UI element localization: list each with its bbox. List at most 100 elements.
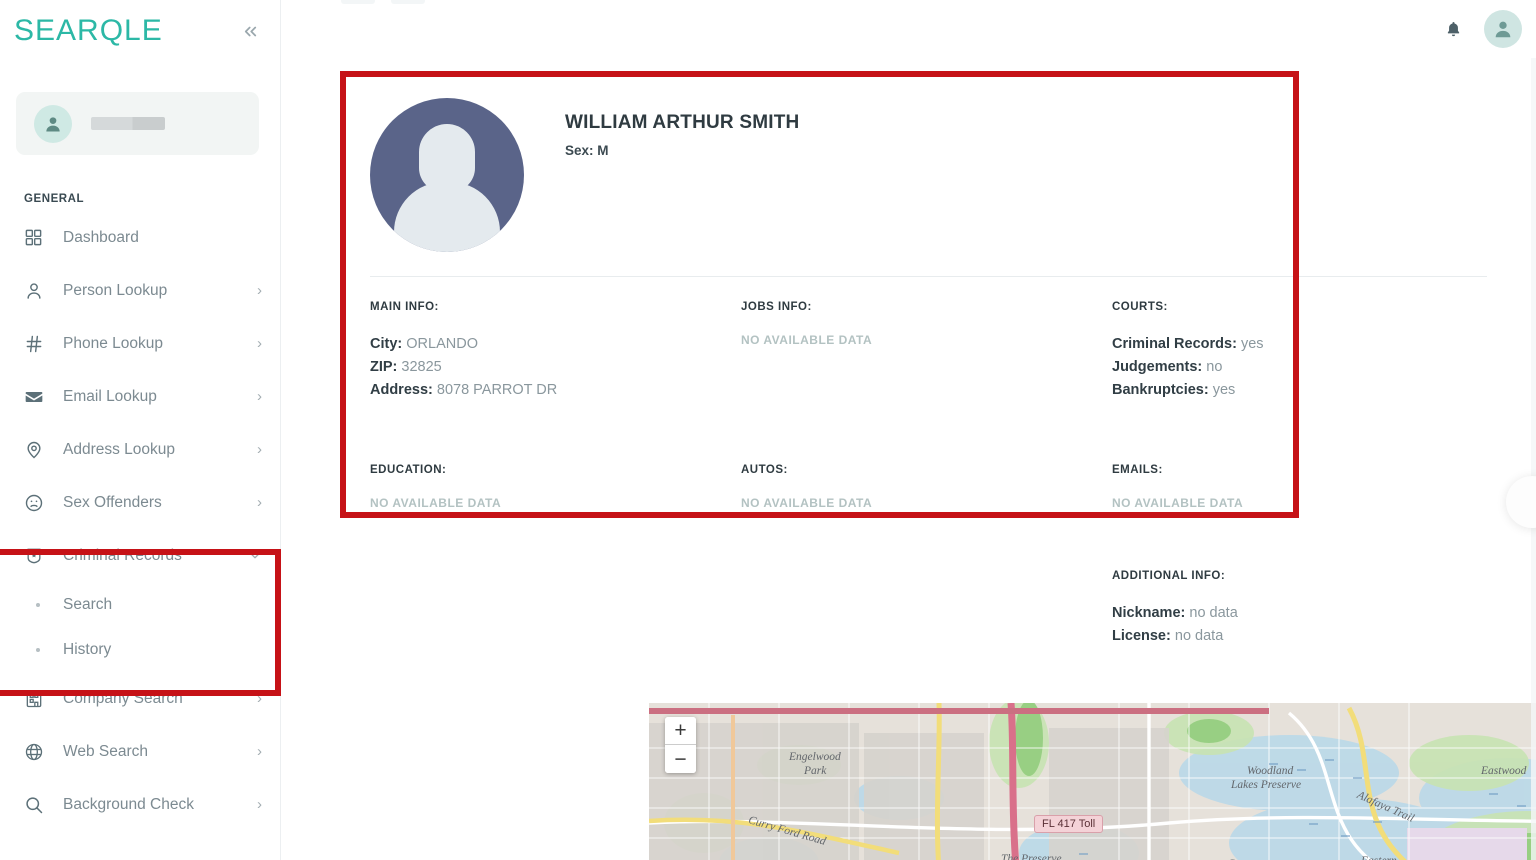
app-root: SEARQLE GENERAL Dashboard Person Lookup <box>0 0 1536 860</box>
info-row: Address: 8078 PARROT DR <box>370 379 741 402</box>
person-sex-value: M <box>597 143 608 158</box>
shield-badge-icon <box>24 546 50 566</box>
map-zoom-controls[interactable]: + − <box>665 717 696 773</box>
scrollbar[interactable] <box>1531 58 1536 860</box>
info-row-value: ORLANDO <box>406 336 478 352</box>
info-block-autos: AUTOS: NO AVAILABLE DATA <box>741 464 1112 518</box>
brand-logo[interactable]: SEARQLE <box>14 16 163 46</box>
profile-identity: WILLIAM ARTHUR SMITH Sex: M <box>565 98 799 158</box>
sidebar-item-criminal-records[interactable]: Criminal Records <box>0 529 280 582</box>
bullet-icon <box>24 648 50 652</box>
map-canvas[interactable] <box>649 703 1536 860</box>
person-sex: Sex: M <box>565 143 799 158</box>
no-data-text: NO AVAILABLE DATA <box>370 496 741 510</box>
globe-icon <box>24 742 50 762</box>
sidebar-item-web-search[interactable]: Web Search › <box>0 725 280 778</box>
chevron-right-icon: › <box>257 442 262 457</box>
sidebar-user-card[interactable] <box>16 92 259 155</box>
info-block-title: EDUCATION: <box>370 464 741 476</box>
info-block-spacer-mid <box>741 570 1112 656</box>
hash-icon <box>24 334 50 354</box>
search-icon <box>24 795 50 815</box>
sidebar-item-email-lookup[interactable]: Email Lookup › <box>0 370 280 423</box>
sidebar-item-background-check[interactable]: Background Check › <box>0 778 280 831</box>
sad-face-icon <box>24 493 50 513</box>
sidebar-subitem-history[interactable]: History <box>0 627 280 672</box>
map-label: Lakes Preserve <box>1231 779 1301 791</box>
building-icon <box>24 689 50 709</box>
sidebar-item-label: Sex Offenders <box>63 494 162 512</box>
brand-row: SEARQLE <box>0 0 280 62</box>
chevron-down-icon <box>248 549 262 563</box>
info-row-label: Nickname: <box>1112 605 1185 621</box>
grid-icon <box>24 228 50 247</box>
sidebar-item-label: Web Search <box>63 743 148 761</box>
topbar-avatar[interactable] <box>1484 10 1522 48</box>
sidebar-subitem-label: History <box>63 641 111 659</box>
map-zoom-in-button[interactable]: + <box>665 717 696 745</box>
person-icon <box>24 281 50 301</box>
map-label: Engelwood <box>789 751 841 763</box>
chevron-right-icon: › <box>257 691 262 706</box>
chevron-right-icon: › <box>257 495 262 510</box>
info-block-education: EDUCATION: NO AVAILABLE DATA <box>370 464 741 518</box>
info-row-value: 8078 PARROT DR <box>437 382 557 398</box>
info-row-label: City: <box>370 336 402 352</box>
chevrons-left-icon[interactable] <box>236 17 264 45</box>
sidebar-item-company-search[interactable]: Company Search › <box>0 672 280 725</box>
info-block-title: MAIN INFO: <box>370 301 741 313</box>
sidebar-item-label: Email Lookup <box>63 388 157 406</box>
sidebar-item-label: Company Search <box>63 690 183 708</box>
info-row-label: Address: <box>370 382 433 398</box>
map-pin-icon <box>24 440 50 460</box>
avatar <box>34 105 72 143</box>
info-row: ZIP: 32825 <box>370 356 741 379</box>
no-data-text: NO AVAILABLE DATA <box>741 496 1112 510</box>
map-label: Eastern <box>1361 855 1397 860</box>
map-route-shield: FL 417 Toll <box>1034 815 1103 833</box>
info-row-label: Bankruptcies: <box>1112 382 1209 398</box>
sidebar-item-label: Background Check <box>63 796 194 814</box>
location-map[interactable]: + − Engelwood Park Curry Ford Road FL 55… <box>649 703 1536 860</box>
profile-header: WILLIAM ARTHUR SMITH Sex: M <box>370 98 1470 252</box>
chat-widget-bubble[interactable] <box>1506 476 1536 528</box>
bell-icon[interactable] <box>1436 12 1470 46</box>
sidebar-item-dashboard[interactable]: Dashboard <box>0 211 280 264</box>
sidebar-item-person-lookup[interactable]: Person Lookup › <box>0 264 280 317</box>
sidebar-item-sex-offenders[interactable]: Sex Offenders › <box>0 476 280 529</box>
info-row: City: ORLANDO <box>370 333 741 356</box>
info-row: Bankruptcies: yes <box>1112 379 1470 402</box>
person-sex-label: Sex: <box>565 143 594 158</box>
info-row-value: no <box>1206 359 1222 375</box>
sidebar-item-label: Criminal Records <box>63 547 182 565</box>
info-row-label: Criminal Records: <box>1112 336 1237 352</box>
chevron-right-icon: › <box>257 797 262 812</box>
user-name-redacted <box>91 117 165 130</box>
sidebar-item-label: Dashboard <box>63 229 139 247</box>
info-block-emails: EMAILS: NO AVAILABLE DATA <box>1112 464 1470 518</box>
info-block-courts: COURTS: Criminal Records: yes Judgements… <box>1112 301 1470 410</box>
chevron-right-icon: › <box>257 389 262 404</box>
info-block-title: AUTOS: <box>741 464 1112 476</box>
sidebar-item-address-lookup[interactable]: Address Lookup › <box>0 423 280 476</box>
info-block-title: COURTS: <box>1112 301 1470 313</box>
info-block-title: ADDITIONAL INFO: <box>1112 570 1470 582</box>
info-block-additional-info: ADDITIONAL INFO: Nickname: no data Licen… <box>1112 570 1470 656</box>
info-row-label: ZIP: <box>370 359 397 375</box>
main-content: WILLIAM ARTHUR SMITH Sex: M MAIN INFO: C… <box>281 58 1536 860</box>
map-label: Eastwood <box>1481 765 1526 777</box>
info-grid-row-3: ADDITIONAL INFO: Nickname: no data Licen… <box>370 546 1470 656</box>
page-title: WILLIAM ARTHUR SMITH <box>565 112 799 134</box>
map-label: Woodland <box>1247 765 1293 777</box>
sidebar-item-phone-lookup[interactable]: Phone Lookup › <box>0 317 280 370</box>
info-block-main-info: MAIN INFO: City: ORLANDO ZIP: 32825 Addr… <box>370 301 741 410</box>
info-row-label: Judgements: <box>1112 359 1202 375</box>
sidebar-subitem-search[interactable]: Search <box>0 582 280 627</box>
map-zoom-out-button[interactable]: − <box>665 745 696 773</box>
info-grid-row-2: EDUCATION: NO AVAILABLE DATA AUTOS: NO A… <box>370 440 1470 518</box>
map-label: Park <box>804 765 826 777</box>
info-block-title: JOBS INFO: <box>741 301 1112 313</box>
info-block-title: EMAILS: <box>1112 464 1470 476</box>
ghost-tab-right <box>391 0 425 4</box>
info-row-value: 32825 <box>401 359 441 375</box>
